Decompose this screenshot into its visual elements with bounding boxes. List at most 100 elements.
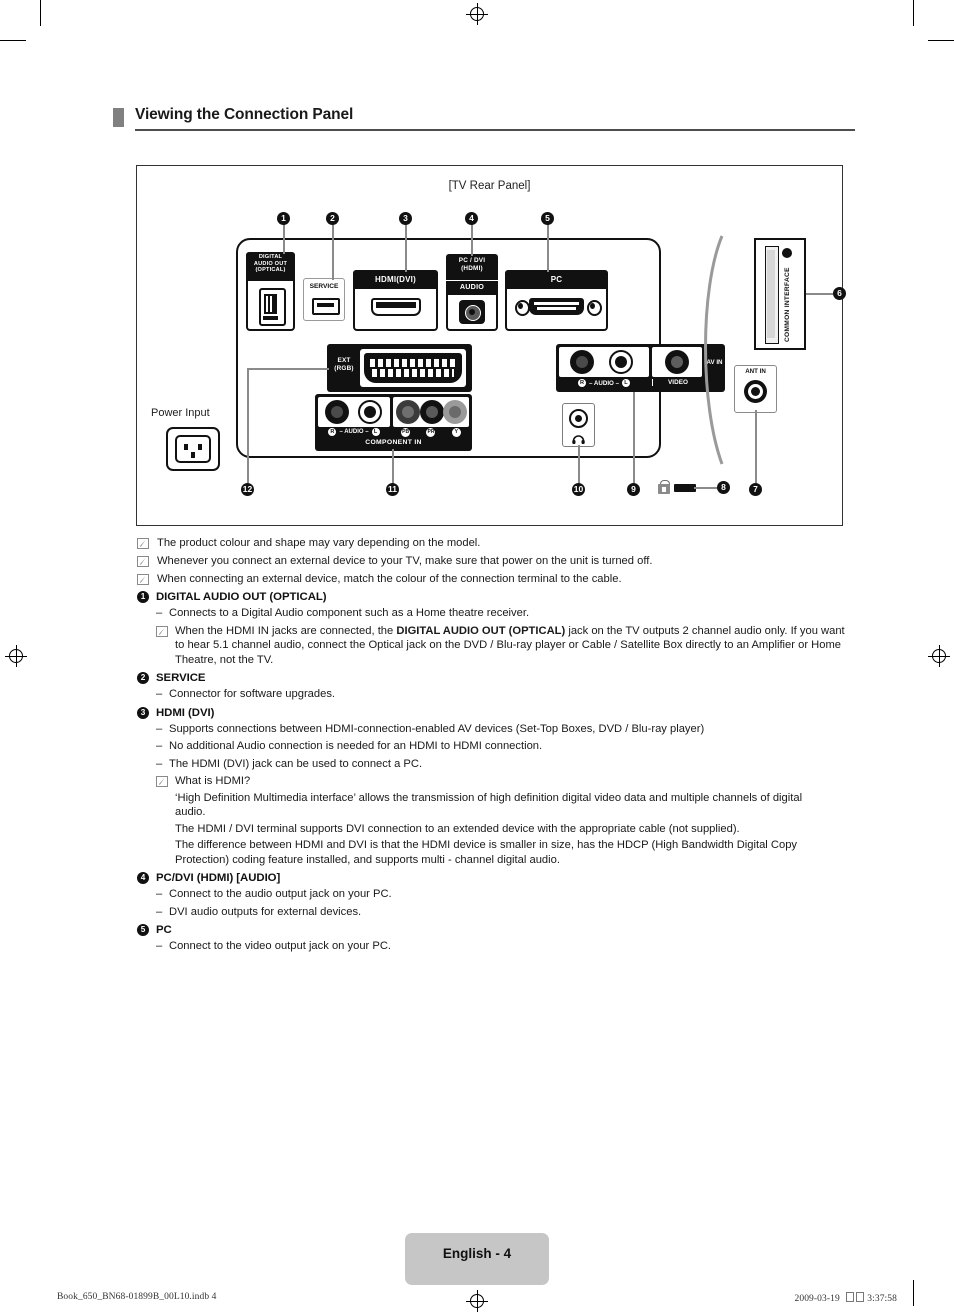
tv-side-edge [704, 235, 724, 465]
spec-bullet-text: DVI audio outputs for external devices. [169, 905, 362, 918]
jack-service: SERVICE [303, 278, 345, 321]
spec-item-1: 1 DIGITAL AUDIO OUT (OPTICAL) – Connects… [137, 591, 847, 667]
spec-bullet: – The HDMI (DVI) jack can be used to con… [156, 757, 847, 772]
note-icon [137, 538, 149, 549]
jack-digital-audio-out-line1: DIGITAL [258, 254, 283, 260]
page-number-label: English - 4 [442, 1246, 512, 1261]
callout-7: 7 [749, 483, 762, 496]
leader-9 [633, 392, 635, 483]
leader-12 [247, 368, 249, 483]
callout-10: 10 [572, 483, 585, 496]
spec-item-2: 2 SERVICE – Connector for software upgra… [137, 672, 847, 702]
component-y-label: Y [451, 428, 461, 437]
registration-mark-top [466, 3, 488, 25]
note-icon [156, 625, 168, 637]
callout-6: 6 [833, 287, 846, 300]
jack-digital-audio-out: DIGITAL AUDIO OUT (OPTICAL) [246, 252, 295, 331]
spec-item-4: 4 PC/DVI (HDMI) [AUDIO] – Connect to the… [137, 872, 847, 919]
spec-bullet-text: The HDMI (DVI) jack can be used to conne… [169, 757, 423, 770]
common-interface-label: COMMON INTERFACE [784, 267, 791, 342]
spec-item-4-title: PC/DVI (HDMI) [AUDIO] [156, 872, 281, 884]
registration-mark-bottom [466, 1290, 488, 1312]
spec-item-3-number: 3 [137, 706, 149, 719]
leader-2 [332, 223, 334, 280]
missing-glyph [845, 1292, 854, 1302]
audio-minijack-icon [459, 300, 485, 324]
connection-panel-figure: [TV Rear Panel] Power Input DIGITAL AUDI… [136, 165, 846, 526]
note-icon [156, 776, 168, 787]
kensington-slot-bar [674, 484, 696, 492]
footer-date: 2009-03-19 [794, 1294, 840, 1304]
note-pre: When the HDMI IN jacks are connected, th… [175, 624, 397, 637]
jack-ext-rgb: EXT (RGB) [327, 344, 472, 392]
footer-file-reference: Book_650_BN68-01899B_00L10.indb 4 [57, 1292, 217, 1302]
jack-ext-line2: (RGB) [334, 364, 354, 372]
leader-4 [471, 223, 473, 256]
callout-11: 11 [386, 483, 399, 496]
component-audio-r: R [328, 428, 337, 436]
component-audio-l: L [371, 428, 380, 436]
note-item: The product colour and shape may vary de… [137, 536, 847, 550]
vga-port-icon [515, 296, 602, 318]
jack-ant-in: ANT IN [734, 365, 777, 413]
spec-paragraph: ‘High Definition Multimedia interface’ a… [175, 791, 803, 819]
spec-bullet: – No additional Audio connection is need… [156, 739, 847, 754]
jack-digital-audio-out-line3: (OPTICAL) [255, 267, 286, 274]
leader-6 [806, 293, 833, 295]
dash-marker: – [156, 722, 163, 735]
note-text: The product colour and shape may vary de… [157, 537, 481, 549]
note-bold: DIGITAL AUDIO OUT (OPTICAL) [396, 624, 566, 637]
spec-bullet-text: Supports connections between HDMI-connec… [169, 722, 705, 735]
body-content: The product colour and shape may vary de… [137, 536, 847, 954]
page-title: Viewing the Connection Panel [113, 106, 855, 134]
leader-10 [578, 445, 580, 483]
jack-ext-line1: EXT [337, 357, 351, 364]
jack-hdmi-dvi-label: HDMI(DVI) [375, 275, 416, 284]
jack-service-label: SERVICE [309, 283, 339, 290]
spec-item-3-title: HDMI (DVI) [156, 706, 215, 719]
jack-headphone [562, 403, 595, 447]
footer-time: 3:37:58 [867, 1294, 897, 1304]
scart-port-icon [360, 349, 466, 387]
jack-pc: PC [505, 270, 608, 331]
spec-bullet-text: Connect to the video output jack on your… [169, 940, 392, 952]
spec-paragraph: The HDMI / DVI terminal supports DVI con… [175, 822, 740, 835]
dash-marker: – [156, 905, 163, 918]
jack-pcdvi-line2: (HDMI) [461, 264, 483, 272]
power-input-connector [166, 427, 220, 471]
spec-paragraph: The difference between HDMI and DVI is t… [175, 839, 798, 866]
figure-caption: [TV Rear Panel] [448, 180, 531, 192]
callout-2: 2 [326, 212, 339, 225]
jack-hdmi-dvi: HDMI(DVI) [353, 270, 438, 331]
av-audio-dash: – AUDIO – [588, 379, 620, 387]
component-in-label: COMPONENT IN [365, 439, 422, 446]
spec-bullet: – Connect to the audio output jack on yo… [156, 887, 847, 902]
note-item: When connecting an external device, matc… [137, 572, 847, 586]
optical-port-icon [259, 288, 286, 326]
dash-marker: – [156, 688, 163, 700]
spec-note: When the HDMI IN jacks are connected, th… [156, 624, 847, 668]
registration-mark-left [5, 645, 27, 667]
note-text: When connecting an external device, matc… [157, 573, 622, 585]
crop-mark-top-right-h [928, 40, 954, 41]
spec-item-5-title: PC [156, 924, 172, 936]
spec-item-1-number: 1 [137, 591, 149, 603]
kensington-lock-icon [658, 480, 670, 494]
spec-bullet-text: Connects to a Digital Audio component su… [169, 607, 530, 619]
spec-item-5-head: 5 PC [137, 924, 847, 936]
leader-1 [283, 223, 285, 254]
spec-bullet: – Connect to the video output jack on yo… [156, 939, 847, 954]
dash-marker: – [156, 740, 163, 752]
leader-8 [694, 487, 717, 489]
spec-item-1-head: 1 DIGITAL AUDIO OUT (OPTICAL) [137, 591, 847, 603]
jack-pcdvi-audio-label: AUDIO [446, 280, 498, 291]
dash-marker: – [156, 940, 163, 952]
spec-bullet: – DVI audio outputs for external devices… [156, 905, 847, 920]
callout-3: 3 [399, 212, 412, 225]
section-heading-text: Viewing the Connection Panel [135, 106, 354, 123]
spec-item-2-head: 2 SERVICE [137, 672, 847, 684]
note-icon [137, 574, 149, 585]
spec-bullet: – Connects to a Digital Audio component … [156, 606, 847, 621]
callout-1: 1 [277, 212, 290, 225]
note-item: Whenever you connect an external device … [137, 554, 847, 568]
